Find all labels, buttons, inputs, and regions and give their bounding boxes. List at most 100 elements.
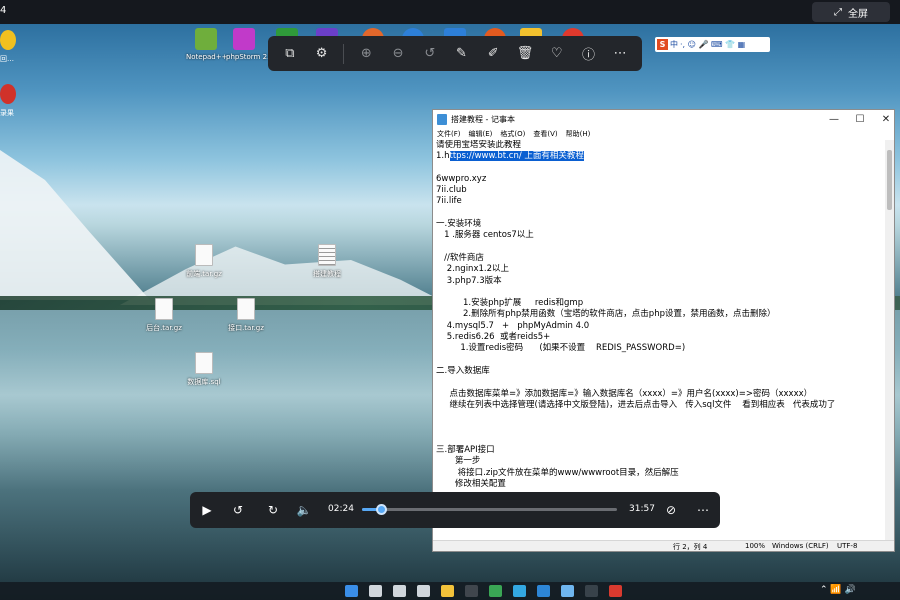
- widgets-icon[interactable]: [417, 585, 430, 597]
- telegram-icon[interactable]: [513, 585, 526, 597]
- sogou-logo-icon: S: [657, 39, 668, 50]
- toolbar-divider: [343, 43, 345, 64]
- left-app-label-1: 回…: [0, 55, 14, 63]
- left-app-label-2: 录果: [0, 109, 14, 117]
- terminal-icon[interactable]: [465, 585, 478, 597]
- notepad-window: 搭建教程 - 记事本 — ☐ ✕ 文件(F) 编辑(E) 格式(O) 查看(V)…: [432, 109, 895, 552]
- delete-icon[interactable]: 🗑: [509, 40, 541, 68]
- left-app-icon-1[interactable]: [0, 30, 16, 50]
- favorite-icon[interactable]: ♡: [541, 40, 573, 68]
- text-line: [436, 377, 886, 388]
- text-line: 点击数据库菜单=》添加数据库=》输入数据库名（xxxx）=》用户名(xxxx)=…: [436, 388, 813, 399]
- recorder-icon[interactable]: [609, 585, 622, 597]
- text-line: [436, 411, 886, 422]
- ime-mode[interactable]: 中: [670, 39, 678, 50]
- notepadpp-label: Notepad++: [186, 53, 228, 61]
- text-line: 第一步: [436, 456, 481, 467]
- desktop-file-frontend[interactable]: 前端.tar.gz: [174, 244, 234, 279]
- desktop-file-tutorial[interactable]: 搭建教程: [297, 244, 357, 279]
- text-line: 1.安装php扩展 redis和gmp: [436, 298, 584, 309]
- search-icon[interactable]: [369, 585, 382, 597]
- text-line: 继续在列表中选择管理(请选择中文版登陆)，进去后点击导入 传入sql文件 看到相…: [436, 399, 836, 410]
- fullscreen-button[interactable]: ⤢ 全屏: [812, 2, 890, 22]
- phpstorm-desktop-icon[interactable]: [233, 28, 255, 50]
- vscode-icon[interactable]: [537, 585, 550, 597]
- text-line: 2.删除所有php禁用函数（宝塔的软件商店，点击php设置，禁用函数，点击删除）: [436, 309, 776, 320]
- menu-view[interactable]: 查看(V): [533, 129, 557, 139]
- vertical-scrollbar[interactable]: [885, 140, 894, 542]
- skip-forward-icon[interactable]: ↻: [263, 500, 283, 520]
- maximize-button[interactable]: ☐: [847, 110, 873, 128]
- notepad-icon: [437, 113, 447, 125]
- text-line: 修改相关配置: [436, 478, 506, 489]
- seek-bar[interactable]: [362, 504, 617, 515]
- menu-format[interactable]: 格式(O): [500, 129, 525, 139]
- zoom-in-icon[interactable]: ⊕: [350, 40, 382, 68]
- photo-toolbar: ⧉ ⚙ ⊕ ⊖ ↺ ✎ ✐ 🗑 ♡ ⓘ ⋯: [268, 36, 642, 71]
- ime-tools[interactable]: ·, ☺ 🎤 ⌨ 👕 ▦: [680, 40, 745, 49]
- play-icon[interactable]: ▶: [197, 500, 217, 520]
- text-line: 一.安装环境: [436, 219, 482, 230]
- close-button[interactable]: ✕: [873, 110, 899, 128]
- rotate-icon[interactable]: ↺: [414, 40, 446, 68]
- desktop-file-api[interactable]: 接口.tar.gz: [216, 298, 276, 333]
- expand-icon: ⤢: [834, 6, 842, 18]
- text-line: [436, 163, 886, 174]
- viewer-top-strip: 4 ⤢ 全屏: [0, 0, 900, 24]
- file-explorer-icon[interactable]: [441, 585, 454, 597]
- ime-toolbar[interactable]: S 中 ·, ☺ 🎤 ⌨ 👕 ▦: [655, 37, 770, 52]
- text-line: 将接口.zip文件放在菜单的www/wwwroot目录，然后解压: [436, 467, 679, 478]
- app-icon[interactable]: [585, 585, 598, 597]
- chrome-icon[interactable]: [489, 585, 502, 597]
- window-tab-label: 4: [0, 5, 7, 16]
- desktop-file-backend[interactable]: 后台.tar.gz: [134, 298, 194, 333]
- more-options-icon[interactable]: ⋯: [693, 500, 713, 520]
- phpstorm-label: phpStorm 2…: [226, 53, 275, 61]
- skip-back-icon[interactable]: ↺: [228, 500, 248, 520]
- menu-edit[interactable]: 编辑(E): [469, 129, 493, 139]
- text-line: 2.nginx1.2以上: [436, 264, 509, 275]
- notepad-menubar: 文件(F) 编辑(E) 格式(O) 查看(V) 帮助(H): [433, 128, 894, 140]
- effects-icon[interactable]: ⚙: [306, 40, 338, 68]
- text-line: 三.部署API接口: [436, 445, 495, 456]
- start-icon[interactable]: [345, 585, 358, 597]
- file-icon: [195, 352, 213, 374]
- more-icon[interactable]: ⋯: [604, 40, 636, 68]
- task-view-icon[interactable]: [393, 585, 406, 597]
- text-line: 4.mysql5.7 + phpMyAdmin 4.0: [436, 320, 590, 331]
- scrollbar-thumb[interactable]: [887, 150, 892, 210]
- edit-icon[interactable]: ✎: [446, 40, 478, 68]
- crop-icon[interactable]: ⧉: [274, 40, 306, 68]
- notepad-title: 搭建教程 - 记事本: [451, 114, 515, 124]
- info-icon[interactable]: ⓘ: [573, 40, 605, 68]
- volume-icon[interactable]: 🔈: [294, 500, 314, 520]
- total-time: 31:57: [629, 504, 655, 514]
- notepad-icon[interactable]: [561, 585, 574, 597]
- file-icon: [195, 244, 213, 266]
- notepadpp-desktop-icon[interactable]: [195, 28, 217, 50]
- zoom-out-icon[interactable]: ⊖: [382, 40, 414, 68]
- menu-file[interactable]: 文件(F): [437, 129, 461, 139]
- draw-icon[interactable]: ✐: [477, 40, 509, 68]
- current-time: 02:24: [328, 504, 354, 514]
- desktop-file-database[interactable]: 数据库.sql: [174, 352, 234, 387]
- selected-text[interactable]: ttps://www.bt.cn/ 上面有相关教程: [449, 151, 584, 162]
- captions-off-icon[interactable]: ⊘: [661, 500, 681, 520]
- text-line: 3.php7.3版本: [436, 275, 502, 286]
- menu-help[interactable]: 帮助(H): [566, 129, 591, 139]
- minimize-button[interactable]: —: [821, 110, 847, 128]
- text-line: [436, 287, 886, 298]
- text-line: [436, 434, 886, 445]
- text-line: [436, 355, 886, 366]
- mountain-mid: [120, 246, 450, 305]
- text-line: 1 .服务器 centos7以上: [436, 230, 534, 241]
- text-line: 7ii.life: [436, 196, 462, 207]
- file-icon: [237, 298, 255, 320]
- text-line: 请使用宝塔安装此教程: [436, 140, 522, 150]
- left-app-icon-2[interactable]: [0, 84, 16, 104]
- taskbar: ⌃ 📶 🔊: [0, 582, 900, 600]
- text-line: 5.redis6.26 或者reids5+: [436, 332, 551, 343]
- text-line: [436, 208, 886, 219]
- system-tray[interactable]: ⌃ 📶 🔊: [820, 585, 856, 595]
- notepad-text-area[interactable]: 请使用宝塔安装此教程 1.https://www.bt.cn/ 上面有相关教程 6w…: [433, 140, 886, 542]
